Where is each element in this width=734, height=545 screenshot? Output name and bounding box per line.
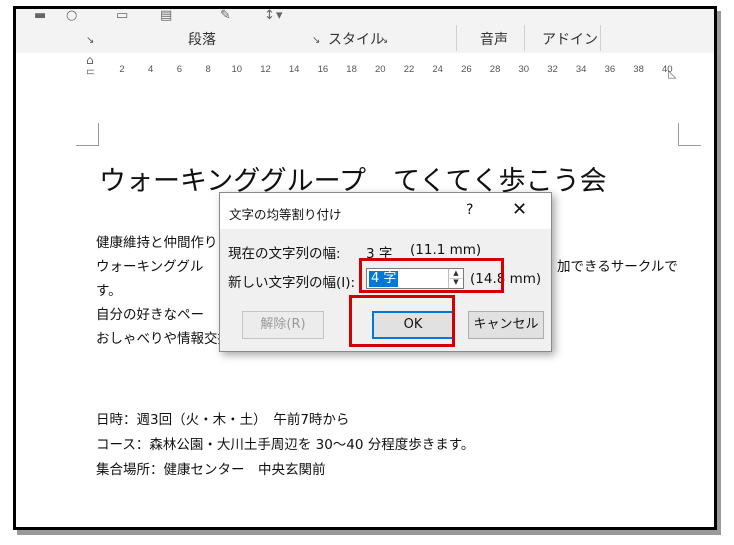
right-indent-icon[interactable]: ◺	[668, 67, 676, 80]
ribbon-divider	[456, 25, 457, 51]
ruler-tick-label: 32	[547, 64, 558, 75]
detail-line: 集合場所：健康センター 中央玄関前	[96, 462, 326, 478]
margin-corner-marker	[678, 123, 701, 146]
ruler-tick-label: 30	[518, 64, 530, 75]
ruler-tick-label: 36	[604, 64, 616, 75]
ruler-tick-label: 2	[119, 64, 125, 75]
detail-line: 日時：週3回（火・木・土） 午前7時から	[96, 412, 350, 428]
ruler-bar: 2 4 6 8 10 12 14 16 18 20 22 24 26 28 30 32 34 36 38 40	[94, 58, 674, 75]
box-icon[interactable]: ▭	[116, 9, 128, 23]
ribbon-divider	[600, 25, 601, 51]
group-voice: 音声	[480, 32, 508, 48]
margin-corner-marker	[76, 123, 99, 146]
current-width-label: 現在の文字列の幅:	[228, 246, 341, 262]
font-launcher-icon[interactable]: ↘	[86, 35, 94, 47]
help-icon[interactable]: ?	[466, 202, 473, 218]
ruler-tick-label: 28	[489, 64, 501, 75]
sort-icon[interactable]: ↕	[264, 9, 275, 23]
body-line: ウォーキンググル	[96, 259, 204, 275]
ruler-tick-label: 4	[148, 64, 154, 75]
group-style: スタイル	[328, 32, 384, 48]
screenshot-frame: ▬ ○ ▭ ▤ ✎ ↕ ▾ ↘ 段落 ↘ スタイル ↘ 音声 アドイン ⌂ ▭ 2…	[13, 6, 717, 530]
body-line: す。	[96, 283, 122, 299]
group-addin: アドイン	[542, 32, 598, 48]
body-line: 自分の好きなペー	[96, 307, 204, 323]
ruler-tick-label: 20	[375, 64, 386, 75]
body-line: 健康維持と仲間作り	[96, 235, 218, 251]
highlight-ok-button	[349, 295, 455, 347]
horizontal-ruler[interactable]: ⌂ ▭ 2 4 6 8 10 12 14 16 18 20 22 24 26 28 30 32 34 36 38 40 …	[16, 53, 714, 88]
ruler-tick-label: 34	[575, 64, 587, 75]
list-icon[interactable]: ▬	[34, 9, 46, 23]
circle-icon[interactable]: ○	[66, 9, 77, 23]
ribbon-top-row: ▬ ○ ▭ ▤ ✎ ↕ ▾	[16, 9, 714, 25]
dialog-title: 文字の均等割り付け	[229, 207, 342, 222]
ruler-tick-label: 8	[205, 64, 211, 75]
ruler-tick-label: 16	[317, 64, 329, 75]
detail-line: コース：森林公園・大川土手周辺を 30～40 分程度歩きます。	[96, 437, 475, 453]
ruler-tick-label: 14	[288, 64, 300, 75]
dialog-titlebar[interactable]: 文字の均等割り付け ? ✕	[220, 193, 551, 229]
current-width-mm: (11.1 mm)	[410, 242, 482, 258]
dropdown-icon[interactable]: ▾	[276, 9, 283, 23]
close-icon[interactable]: ✕	[512, 199, 527, 220]
cancel-button[interactable]: キャンセル	[468, 311, 544, 339]
ribbon-divider	[524, 25, 525, 51]
brush-icon[interactable]: ✎	[220, 9, 231, 23]
table-icon[interactable]: ▤	[160, 9, 172, 23]
ruler-tick-label: 10	[231, 64, 243, 75]
ruler-tick-label: 6	[176, 64, 183, 75]
ruler-tick-label: 12	[260, 64, 271, 75]
ruler-tick-label: 22	[403, 64, 415, 75]
ruler-tick-label: 26	[461, 64, 472, 75]
group-paragraph: 段落	[188, 32, 216, 48]
ruler-tick-label: 18	[346, 64, 357, 75]
body-line-tail: 加できるサークルで	[557, 259, 678, 275]
highlight-new-width	[359, 258, 504, 293]
ruler-tick-label: 24	[432, 64, 443, 75]
ribbon: ▬ ○ ▭ ▤ ✎ ↕ ▾ ↘ 段落 ↘ スタイル ↘ 音声 アドイン	[16, 9, 714, 54]
ruler-tick-label: 38	[633, 64, 644, 75]
style-launcher-icon[interactable]: ↘	[380, 35, 388, 47]
paragraph-launcher-icon[interactable]: ↘	[312, 35, 320, 47]
new-width-label: 新しい文字列の幅(I):	[228, 275, 356, 291]
release-button[interactable]: 解除(R)	[242, 311, 324, 339]
